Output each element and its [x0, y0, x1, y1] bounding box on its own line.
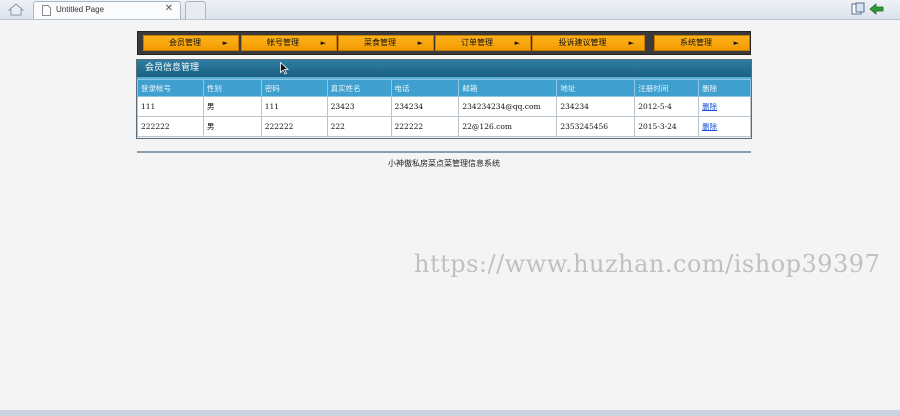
cell-real-name: 23423 — [326, 96, 392, 117]
menu-item-label: 系统管理 — [680, 38, 712, 47]
tab-title: Untitled Page — [56, 5, 105, 14]
arrow-right-icon: ► — [514, 39, 520, 47]
column-header: 性别 — [202, 79, 262, 97]
cell-password: 111 — [260, 96, 328, 117]
menu-item-member[interactable]: 会员管理 ► — [143, 35, 239, 51]
table-row: 111 男 111 23423 234234 234234234@qq.com … — [137, 96, 751, 117]
column-header: 删除 — [698, 79, 751, 97]
footer-text: 小神傲私房菜点菜管理信息系统 — [388, 159, 500, 168]
browser-tab-bar: Untitled Page ✕ — [0, 0, 900, 20]
menu-item-account[interactable]: 帐号管理 ► — [241, 35, 337, 51]
cell-phone: 234234 — [390, 96, 460, 117]
back-arrow-icon[interactable] — [869, 2, 885, 16]
table-row: 222222 男 222222 222 222222 22@126.com 23… — [137, 116, 751, 137]
home-icon[interactable] — [8, 3, 24, 16]
arrow-right-icon: ► — [320, 39, 326, 47]
column-header: 地址 — [556, 79, 636, 97]
main-menu: 会员管理 ► 帐号管理 ► 菜食管理 ► 订单管理 ► 投诉建议管理 ► 系统管… — [137, 31, 751, 55]
menu-item-complaint[interactable]: 投诉建议管理 ► — [532, 35, 645, 51]
cell-address: 2353245456 — [556, 116, 636, 137]
cell-register-date: 2015-3-24 — [634, 116, 700, 137]
arrow-right-icon: ► — [222, 39, 228, 47]
mouse-cursor-icon — [280, 62, 289, 75]
menu-item-order[interactable]: 订单管理 ► — [435, 35, 531, 51]
cell-email: 22@126.com — [458, 116, 558, 137]
column-header: 登录帐号 — [137, 79, 204, 97]
cell-address: 234234 — [556, 96, 636, 117]
cell-gender: 男 — [202, 96, 262, 117]
page-icon — [42, 5, 51, 16]
panel-title: 会员信息管理 — [137, 60, 751, 77]
arrow-right-icon: ► — [417, 39, 423, 47]
column-header: 注册时间 — [634, 79, 700, 97]
cell-register-date: 2012-5-4 — [634, 96, 700, 117]
menu-item-label: 会员管理 — [169, 38, 201, 47]
cell-password: 222222 — [260, 116, 328, 137]
column-header: 真实姓名 — [326, 79, 392, 97]
browser-tab[interactable]: Untitled Page ✕ — [33, 1, 181, 19]
cell-real-name: 222 — [326, 116, 392, 137]
member-table: 登录帐号 性别 密码 真实姓名 电话 邮箱 地址 注册时间 删除 111 男 1… — [137, 79, 751, 137]
new-tab-button[interactable] — [185, 1, 206, 19]
watermark: https://www.huzhan.com/ishop39397 — [414, 250, 881, 278]
delete-link[interactable]: 删除 — [702, 102, 717, 111]
cell-gender: 男 — [202, 116, 262, 137]
footer-divider — [137, 151, 751, 153]
delete-link[interactable]: 删除 — [702, 122, 717, 131]
menu-item-label: 订单管理 — [461, 38, 493, 47]
menu-item-system[interactable]: 系统管理 ► — [654, 35, 750, 51]
close-icon[interactable]: ✕ — [165, 3, 173, 14]
menu-item-label: 投诉建议管理 — [558, 38, 607, 47]
column-header: 电话 — [390, 79, 460, 97]
menu-item-label: 菜食管理 — [364, 38, 396, 47]
menu-item-dish[interactable]: 菜食管理 ► — [338, 35, 434, 51]
cell-login: 222222 — [137, 116, 204, 137]
cell-delete: 删除 — [698, 116, 751, 137]
arrow-right-icon: ► — [628, 39, 634, 47]
cell-delete: 删除 — [698, 96, 751, 117]
status-bar — [0, 410, 900, 416]
cell-login: 111 — [137, 96, 204, 117]
cell-phone: 222222 — [390, 116, 460, 137]
column-header: 邮箱 — [458, 79, 558, 97]
table-header-row: 登录帐号 性别 密码 真实姓名 电话 邮箱 地址 注册时间 删除 — [137, 79, 751, 97]
arrow-right-icon: ► — [733, 39, 739, 47]
menu-item-label: 帐号管理 — [267, 38, 299, 47]
cell-email: 234234234@qq.com — [458, 96, 558, 117]
column-header: 密码 — [260, 79, 328, 97]
page-tools-icon[interactable] — [850, 2, 866, 16]
